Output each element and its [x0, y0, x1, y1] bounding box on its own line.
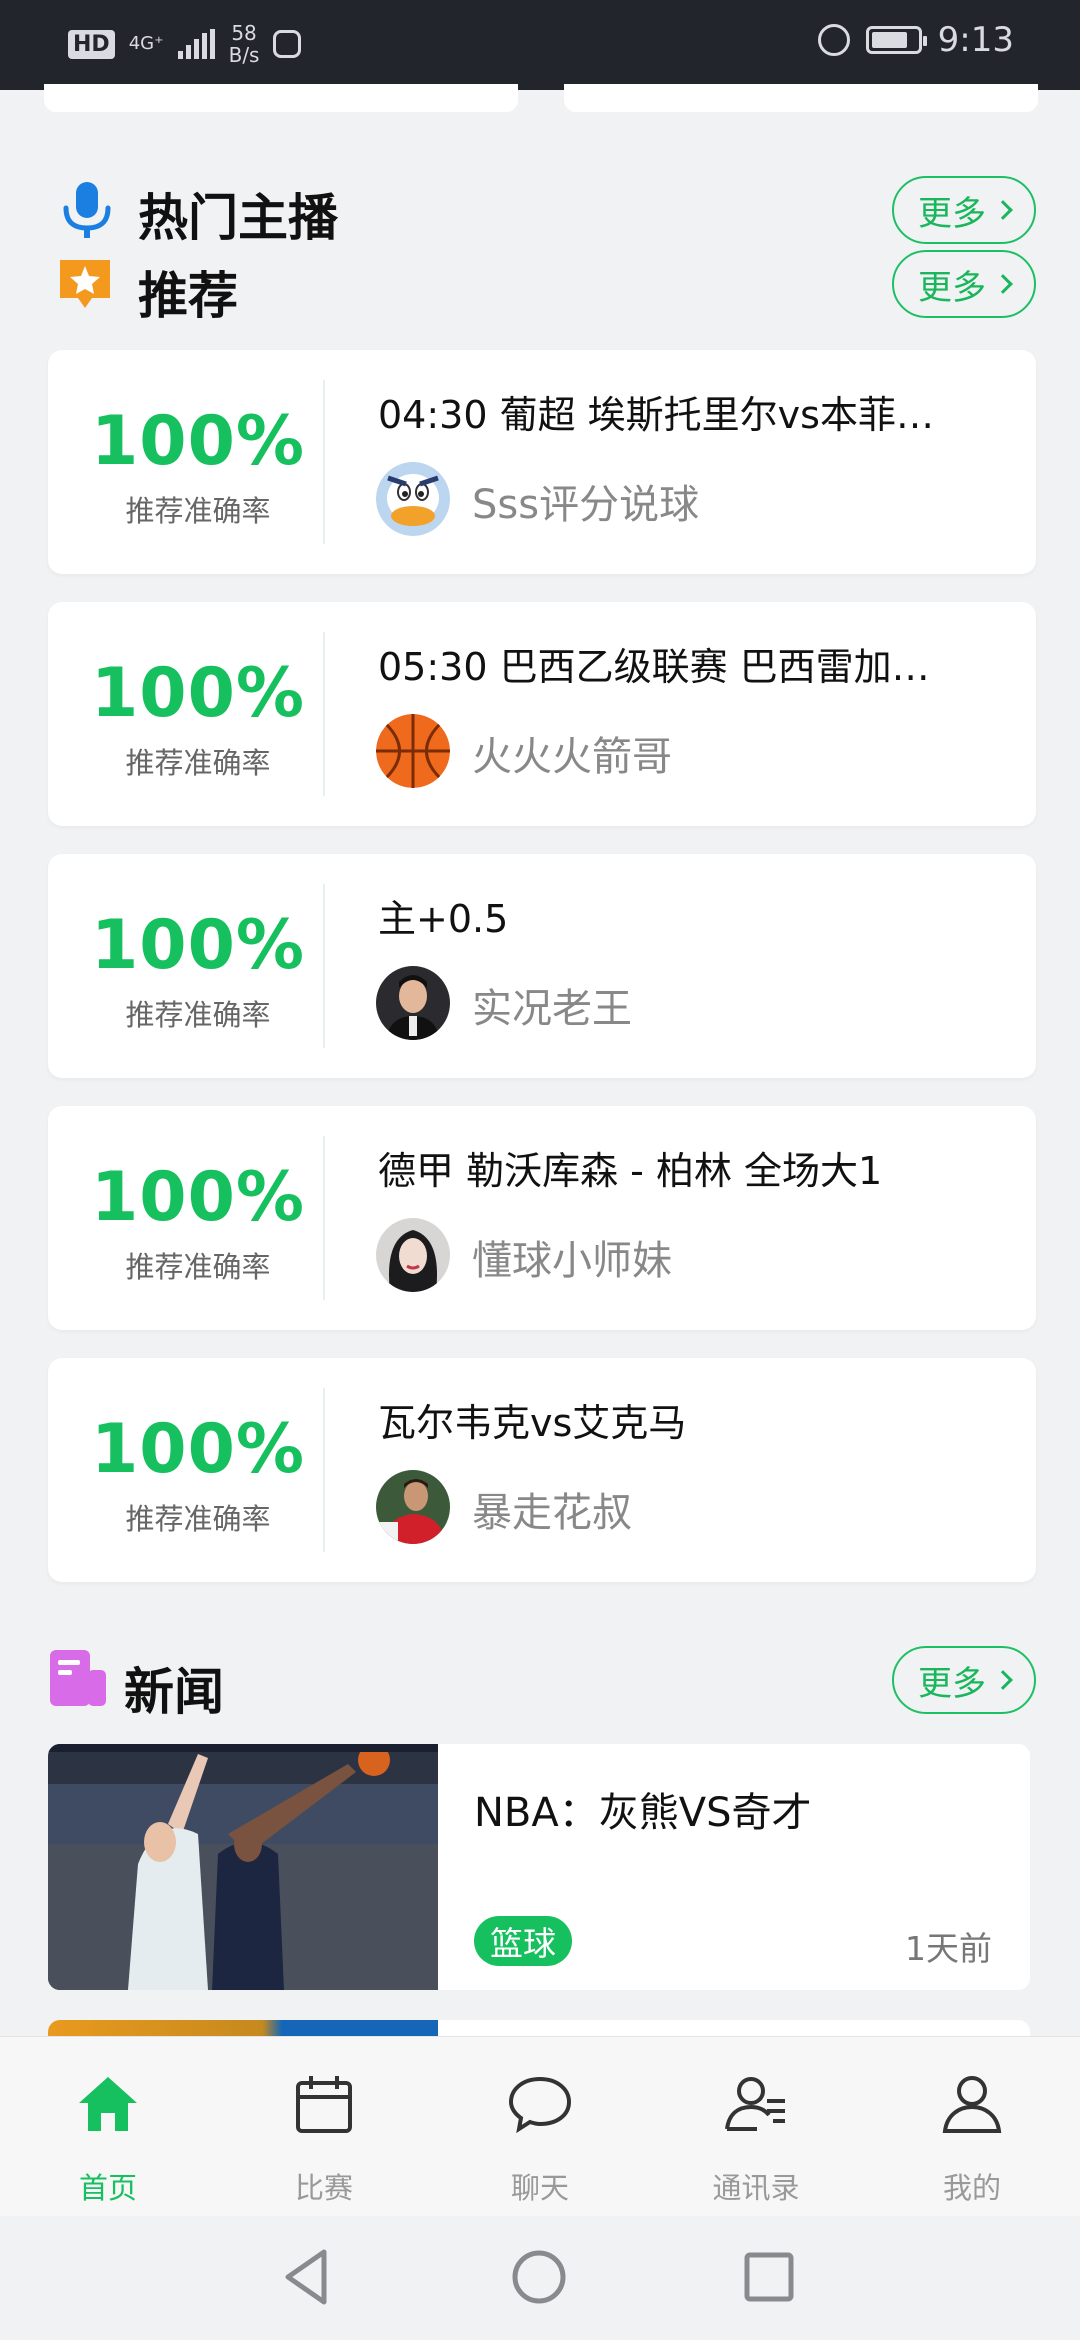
- recommend-card[interactable]: 100% 推荐准确率 04:30 葡超 埃斯托里尔vs本菲… Sss评分说球: [48, 350, 1036, 574]
- system-navigation-bar: [0, 2216, 1080, 2340]
- avatar[interactable]: [376, 966, 450, 1040]
- accuracy-label: 推荐准确率: [125, 746, 271, 780]
- avatar[interactable]: [376, 462, 450, 536]
- nav-profile[interactable]: 我的: [864, 2037, 1080, 2217]
- status-right: 9:13: [817, 20, 1014, 60]
- accuracy-label: 推荐准确率: [125, 1250, 271, 1284]
- author-name: 懂球小师妹: [472, 1238, 672, 1284]
- more-label: 更多: [918, 1663, 986, 1704]
- recommend-title-text: 主+0.5: [378, 897, 509, 941]
- accuracy-label: 推荐准确率: [125, 1502, 271, 1536]
- avatar[interactable]: [376, 714, 450, 788]
- news-title: 新闻: [124, 1663, 224, 1721]
- status-bar: HD 4G⁺ 58 B/s 9:13: [0, 0, 1080, 90]
- hot-anchor-title: 热门主播: [138, 189, 338, 247]
- accuracy-percent: 100%: [90, 1410, 306, 1489]
- accuracy-label: 推荐准确率: [125, 998, 271, 1032]
- divider: [323, 1388, 325, 1552]
- speed-unit: B/s: [228, 43, 260, 67]
- news-thumbnail[interactable]: [48, 1744, 438, 1990]
- avatar[interactable]: [376, 1218, 450, 1292]
- accuracy-percent: 100%: [90, 906, 306, 985]
- nav-label: 通讯录: [712, 2171, 800, 2205]
- microphone-icon: [56, 180, 118, 242]
- home-icon: [75, 2071, 141, 2137]
- recommend-more-button[interactable]: 更多: [892, 250, 1036, 318]
- network-type: 4G⁺: [128, 33, 164, 54]
- recommend-card[interactable]: 100% 推荐准确率 德甲 勒沃库森 - 柏林 全场大1 懂球小师妹: [48, 1106, 1036, 1330]
- recommend-title-text: 德甲 勒沃库森 - 柏林 全场大1: [378, 1149, 883, 1193]
- nav-label: 聊天: [510, 2171, 569, 2205]
- recommend-card[interactable]: 100% 推荐准确率 瓦尔韦克vs艾克马 暴走花叔: [48, 1358, 1036, 1582]
- nav-label: 首页: [78, 2171, 137, 2205]
- hd-badge: HD: [68, 29, 115, 59]
- news-headline: NBA：灰熊VS奇才: [474, 1790, 812, 1836]
- network-speed: 58 B/s: [229, 22, 260, 66]
- more-label: 更多: [918, 267, 986, 308]
- divider: [323, 632, 325, 796]
- divider: [323, 1136, 325, 1300]
- contacts-icon: [723, 2071, 789, 2137]
- recommend-card[interactable]: 100% 推荐准确率 05:30 巴西乙级联赛 巴西雷加… 火火火箭哥: [48, 602, 1036, 826]
- author-name: 实况老王: [472, 986, 632, 1032]
- avatar[interactable]: [376, 1470, 450, 1544]
- card-bottom-edge-right: [564, 84, 1038, 112]
- news-timestamp: 1天前: [905, 1929, 992, 1968]
- bottom-navigation: 首页 比赛 聊天 通讯录 我的: [0, 2036, 1080, 2216]
- author-name: 暴走花叔: [472, 1490, 632, 1536]
- author-name: 火火火箭哥: [472, 734, 672, 780]
- status-time: 9:13: [937, 20, 1014, 60]
- alarm-icon: [817, 24, 850, 56]
- hot-anchor-more-button[interactable]: 更多: [892, 176, 1036, 244]
- news-icon: [48, 1648, 108, 1708]
- recommend-title: 推荐: [138, 267, 238, 325]
- accuracy-percent: 100%: [90, 402, 306, 481]
- divider: [323, 380, 325, 544]
- app-notification-icon: [273, 30, 302, 58]
- news-card[interactable]: NBA：灰熊VS奇才 篮球 1天前: [48, 1744, 1030, 1990]
- back-icon[interactable]: [278, 2246, 340, 2308]
- accuracy-percent: 100%: [90, 654, 306, 733]
- chevron-right-icon: [993, 1670, 1013, 1690]
- nav-chat[interactable]: 聊天: [432, 2037, 648, 2217]
- recommend-title-text: 瓦尔韦克vs艾克马: [378, 1401, 687, 1445]
- author-name: Sss评分说球: [472, 482, 700, 528]
- divider: [323, 884, 325, 1048]
- battery-icon: [865, 26, 927, 54]
- nav-home[interactable]: 首页: [0, 2037, 216, 2217]
- news-category-badge: 篮球: [474, 1916, 572, 1966]
- more-label: 更多: [918, 193, 986, 234]
- recommend-card[interactable]: 100% 推荐准确率 主+0.5 实况老王: [48, 854, 1036, 1078]
- speed-value: 58: [231, 21, 257, 45]
- nav-label: 我的: [942, 2171, 1001, 2205]
- accuracy-label: 推荐准确率: [125, 494, 271, 528]
- chevron-right-icon: [993, 200, 1013, 220]
- accuracy-percent: 100%: [90, 1158, 306, 1237]
- chevron-right-icon: [993, 274, 1013, 294]
- recommend-star-icon: [56, 256, 114, 314]
- recommend-title-text: 04:30 葡超 埃斯托里尔vs本菲…: [378, 393, 934, 437]
- chat-icon: [507, 2071, 573, 2137]
- status-left: HD 4G⁺ 58 B/s: [68, 22, 302, 66]
- recommend-title-text: 05:30 巴西乙级联赛 巴西雷加…: [378, 645, 930, 689]
- signal-icon: [177, 29, 215, 59]
- profile-icon: [939, 2071, 1005, 2137]
- nav-matches[interactable]: 比赛: [216, 2037, 432, 2217]
- nav-contacts[interactable]: 通讯录: [648, 2037, 864, 2217]
- home-circle-icon[interactable]: [508, 2246, 570, 2308]
- card-bottom-edge-left: [44, 84, 518, 112]
- news-more-button[interactable]: 更多: [892, 1646, 1036, 1714]
- nav-label: 比赛: [294, 2171, 353, 2205]
- recents-icon[interactable]: [738, 2246, 800, 2308]
- calendar-icon: [291, 2071, 357, 2137]
